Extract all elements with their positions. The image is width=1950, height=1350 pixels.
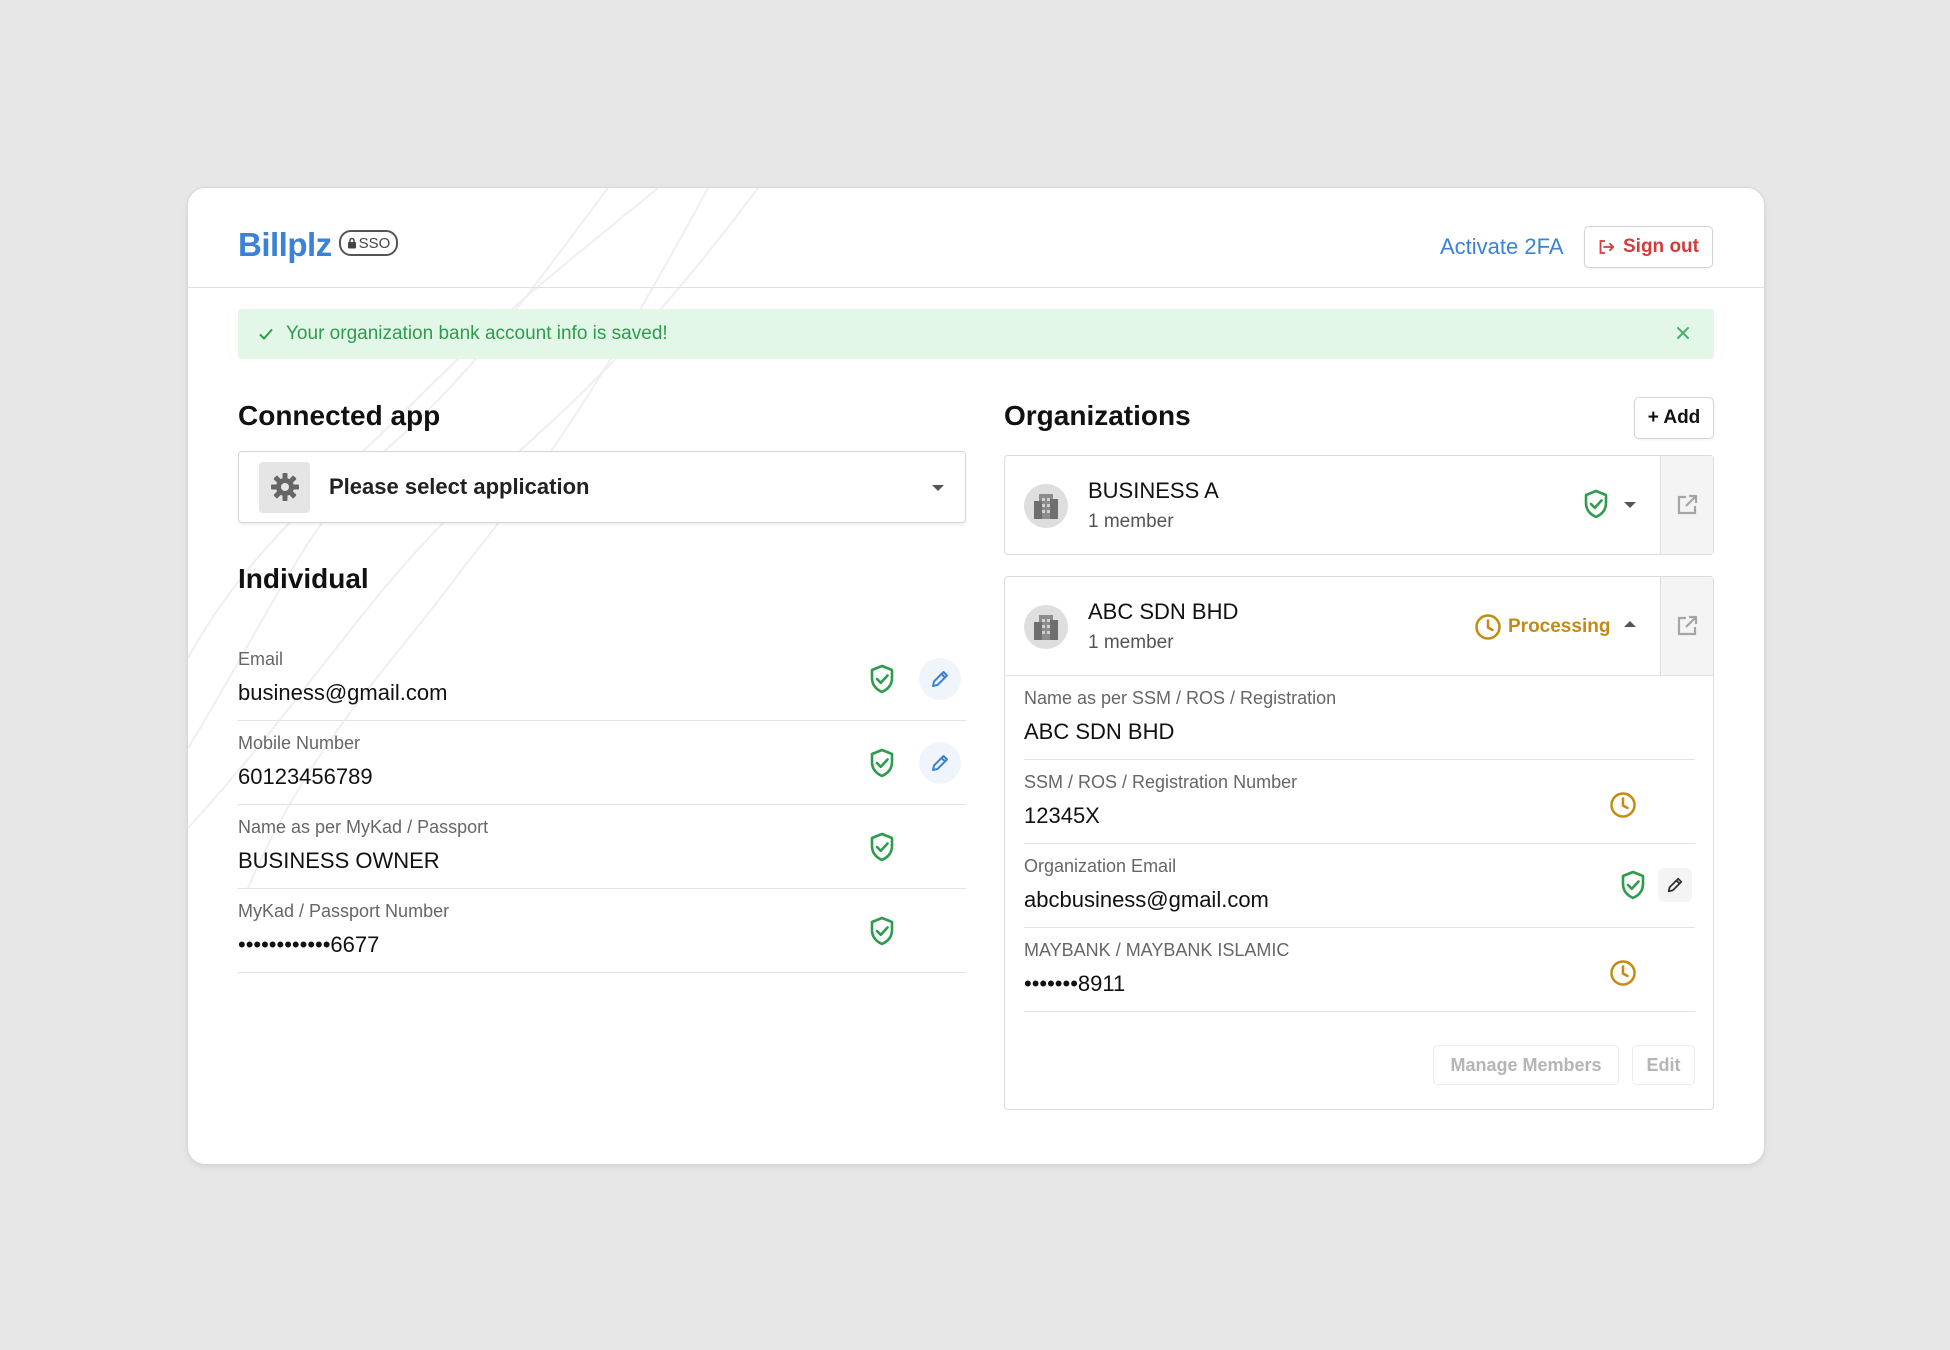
processing-label: Processing	[1508, 616, 1611, 637]
sso-badge: SSO	[338, 230, 399, 256]
manage-members-button[interactable]: Manage Members	[1433, 1045, 1619, 1085]
field-label: MAYBANK / MAYBANK ISLAMIC	[1024, 940, 1290, 960]
field-value: 60123456789	[238, 764, 373, 789]
org-field-registered-name: Name as per SSM / ROS / Registration ABC…	[1024, 688, 1695, 760]
close-icon[interactable]	[1674, 324, 1692, 342]
organization-card-business-a: BUSINESS A 1 member	[1004, 455, 1714, 555]
check-icon	[259, 328, 273, 340]
building-icon	[1024, 605, 1068, 649]
org-field-registration-number: SSM / ROS / Registration Number 12345X	[1024, 772, 1695, 844]
open-organization-button[interactable]	[1660, 456, 1713, 554]
lock-icon	[347, 237, 356, 249]
gear-icon-box	[259, 461, 310, 513]
chevron-down-icon	[932, 485, 944, 491]
external-link-icon	[1677, 494, 1698, 515]
edit-organization-button[interactable]: Edit	[1632, 1045, 1695, 1085]
field-value: BUSINESS OWNER	[238, 848, 440, 873]
sign-out-label: Sign out	[1623, 236, 1699, 257]
select-placeholder: Please select application	[329, 474, 590, 499]
organization-name: ABC SDN BHD	[1088, 599, 1239, 624]
individual-field-email: Email business@gmail.com	[238, 649, 966, 721]
pencil-icon	[1667, 877, 1683, 893]
clock-icon	[1475, 614, 1501, 640]
sso-badge-label: SSO	[358, 234, 391, 252]
organizations-title: Organizations	[1004, 400, 1191, 431]
clock-icon	[1610, 792, 1636, 818]
add-organization-button[interactable]: + Add	[1634, 397, 1714, 439]
org-field-email: Organization Email abcbusiness@gmail.com	[1024, 856, 1695, 928]
field-value: abcbusiness@gmail.com	[1024, 887, 1269, 912]
organization-header[interactable]: ABC SDN BHD 1 member Processing	[1005, 577, 1713, 675]
pencil-icon	[932, 755, 948, 771]
pencil-icon	[932, 671, 948, 687]
individual-title: Individual	[238, 563, 369, 594]
organization-members: 1 member	[1088, 511, 1174, 532]
external-link-icon	[1677, 615, 1698, 636]
field-value: 12345X	[1024, 803, 1100, 828]
individual-field-mobile: Mobile Number 60123456789	[238, 733, 966, 805]
edit-email-button[interactable]	[919, 658, 961, 700]
edit-org-email-button[interactable]	[1658, 868, 1692, 902]
field-value: ABC SDN BHD	[1024, 719, 1175, 744]
organization-members: 1 member	[1088, 632, 1174, 653]
logo-text: Billplz	[238, 226, 332, 263]
org-field-bank-account: MAYBANK / MAYBANK ISLAMIC •••••••8911	[1024, 940, 1695, 1012]
individual-field-name: Name as per MyKad / Passport BUSINESS OW…	[238, 817, 966, 889]
organization-details: Name as per SSM / ROS / Registration ABC…	[1005, 675, 1713, 1111]
alert-message: Your organization bank account info is s…	[286, 323, 668, 344]
field-label: MyKad / Passport Number	[238, 901, 450, 921]
field-label: Name as per SSM / ROS / Registration	[1024, 688, 1337, 708]
processing-status: Processing	[1474, 613, 1610, 641]
field-label: Name as per MyKad / Passport	[238, 817, 489, 837]
field-value: ••••••••••••6677	[238, 932, 380, 957]
top-bar: Billplz SSO Activate 2FA Sign out	[188, 188, 1764, 288]
gear-icon	[270, 473, 299, 501]
sign-out-button[interactable]: Sign out	[1584, 226, 1713, 268]
field-label: Organization Email	[1024, 856, 1177, 876]
organization-header[interactable]: BUSINESS A 1 member	[1005, 456, 1713, 554]
field-label: SSM / ROS / Registration Number	[1024, 772, 1298, 792]
shield-check-icon	[1621, 870, 1645, 900]
field-label: Mobile Number	[238, 733, 361, 753]
billplz-logo[interactable]: Billplz SSO	[238, 226, 399, 264]
chevron-down-icon[interactable]	[1623, 501, 1637, 509]
building-icon	[1024, 484, 1068, 528]
main-card: Billplz SSO Activate 2FA Sign out Your o…	[187, 187, 1765, 1165]
organization-name: BUSINESS A	[1088, 478, 1219, 503]
sign-out-icon	[1599, 240, 1615, 254]
open-organization-button[interactable]	[1660, 577, 1713, 675]
shield-check-icon	[870, 664, 894, 694]
field-value: business@gmail.com	[238, 680, 448, 705]
field-value: •••••••8911	[1024, 971, 1126, 996]
chevron-up-icon[interactable]	[1623, 620, 1637, 628]
shield-check-icon	[870, 916, 894, 946]
shield-check-icon	[870, 748, 894, 778]
shield-check-icon	[1584, 489, 1608, 519]
organization-card-abc-sdn-bhd: ABC SDN BHD 1 member Processing Name as …	[1004, 576, 1714, 1110]
clock-icon	[1610, 960, 1636, 986]
individual-field-mykad: MyKad / Passport Number ••••••••••••6677	[238, 901, 966, 973]
activate-2fa-link[interactable]: Activate 2FA	[1440, 234, 1564, 260]
shield-check-icon	[870, 832, 894, 862]
success-alert: Your organization bank account info is s…	[238, 309, 1714, 359]
field-label: Email	[238, 649, 284, 669]
connected-app-title: Connected app	[238, 400, 441, 431]
edit-mobile-button[interactable]	[919, 742, 961, 784]
application-select[interactable]: Please select application	[238, 451, 966, 523]
